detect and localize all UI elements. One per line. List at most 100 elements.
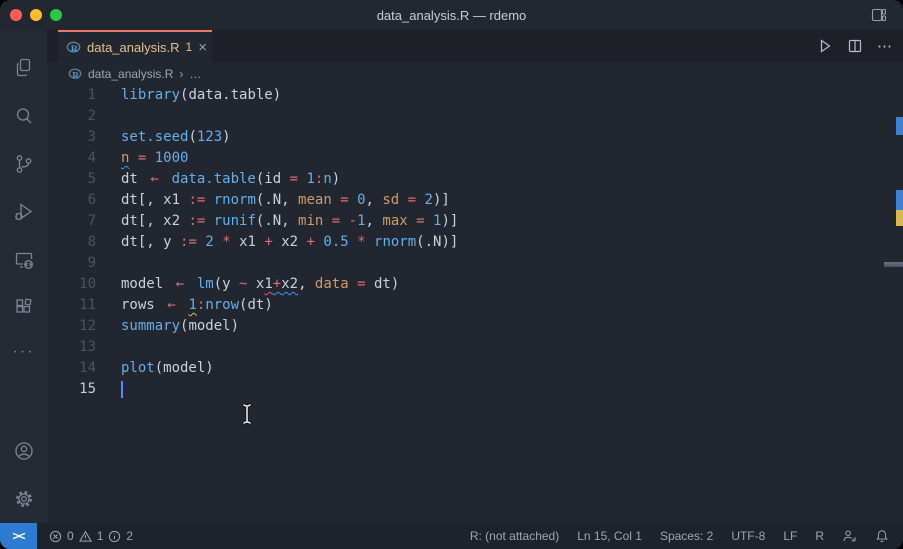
code-line[interactable]: 4 n = 1000 [47,148,903,169]
problems-summary[interactable]: 0 1 2 [49,529,133,543]
feedback-icon[interactable] [842,529,857,543]
code-line[interactable]: 2 [47,106,903,127]
more-views-icon[interactable]: ··· [0,332,47,372]
info-icon [108,530,121,543]
extensions-icon[interactable] [0,284,47,332]
minimize-window-button[interactable] [30,9,42,21]
notifications-bell-icon[interactable] [875,529,889,543]
breadcrumb-separator-icon: › [179,67,183,81]
split-editor-icon[interactable] [847,38,863,54]
run-icon[interactable] [817,38,833,54]
line-number: 13 [47,337,96,358]
more-actions-icon[interactable]: ⋯ [877,37,893,55]
line-number: 14 [47,358,96,379]
status-item-utf-8[interactable]: UTF-8 [731,529,765,543]
overview-marker-warning [896,210,903,226]
traffic-lights [10,9,62,21]
code-text: dt[, x2 := runif(.N, min = -1, max = 1)] [121,211,458,232]
breadcrumb-more[interactable]: … [189,67,201,81]
code-text: dt ← data.table(id = 1:n) [121,169,340,190]
code-line[interactable]: 11 rows ← 1:nrow(dt) [47,295,903,316]
code-text: library(data.table) [121,85,281,106]
status-bar: >< 0 1 2 R: (not attached)Ln 15, [0,523,903,549]
code-line[interactable]: 14 plot(model) [47,358,903,379]
tab-data-analysis[interactable]: R data_analysis.R 1 × [58,30,212,62]
code-text: dt[, x1 := rnorm(.N, mean = 0, sd = 2)] [121,190,450,211]
code-text: n = 1000 [121,148,188,169]
code-line[interactable]: 10 model ← lm(y ~ x1+x2, data = dt) [47,274,903,295]
explorer-icon[interactable] [0,44,47,92]
title-bar: data_analysis.R — rdemo [0,0,903,30]
tab-bar: R data_analysis.R 1 × [47,30,903,62]
text-cursor [121,381,123,398]
error-count: 0 [67,529,74,543]
line-number: 10 [47,274,96,295]
breadcrumb[interactable]: R data_analysis.R › … [47,62,903,85]
line-number: 11 [47,295,96,316]
line-number: 15 [47,379,96,400]
source-control-icon[interactable] [0,140,47,188]
svg-text:R: R [72,70,79,80]
line-number: 8 [47,232,96,253]
code-editor[interactable]: 1 library(data.table)23 set.seed(123) 4 n = … [47,85,903,523]
status-bar-right: R: (not attached) Ln 15, Col 1 Spaces: 2 UT… [470,529,903,543]
editor-lines: 1 library(data.table)23 set.seed(123) 4 n = … [47,85,903,400]
code-line[interactable]: 8 dt[, y := 2 * x1 + x2 + 0.5 * rnorm(.N)… [47,232,903,253]
close-window-button[interactable] [10,9,22,21]
svg-text:R: R [71,44,79,55]
line-number: 3 [47,127,96,148]
r-file-icon: R [68,67,82,81]
code-text: set.seed(123) [121,127,231,148]
line-number: 6 [47,190,96,211]
code-line[interactable]: 5 dt ← data.table(id = 1:n) [47,169,903,190]
code-line[interactable]: 12 summary(model) [47,316,903,337]
info-count: 2 [126,529,133,543]
code-line[interactable]: 3 set.seed(123) [47,127,903,148]
status-item-lf[interactable]: LF [783,529,797,543]
mouse-ibeam-cursor [240,402,254,426]
warning-icon [79,530,92,543]
remote-indicator[interactable]: >< [0,523,37,549]
overview-marker-info [896,117,903,135]
line-number: 7 [47,211,96,232]
settings-gear-icon[interactable] [0,475,47,523]
tab-problem-badge: 1 [186,40,193,54]
warning-count: 1 [97,529,104,543]
code-line[interactable]: 9 [47,253,903,274]
code-text: dt[, y := 2 * x1 + x2 + 0.5 * rnorm(.N)] [121,232,458,253]
code-text: plot(model) [121,358,214,379]
maximize-window-button[interactable] [50,9,62,21]
code-line[interactable]: 7 dt[, x2 := runif(.N, min = -1, max = 1)… [47,211,903,232]
editor-actions: ⋯ [817,30,893,62]
search-icon[interactable] [0,92,47,140]
status-item-r[interactable]: R [815,529,824,543]
code-text: rows ← 1:nrow(dt) [121,295,273,316]
overview-marker-info [896,190,903,210]
status-item-ln-15-col-1[interactable]: Ln 15, Col 1 [577,529,642,543]
tab-close-icon[interactable]: × [198,40,207,55]
line-number: 1 [47,85,96,106]
code-text: model ← lm(y ~ x1+x2, data = dt) [121,274,399,295]
line-number: 4 [47,148,96,169]
code-line[interactable]: 15 [47,379,903,400]
code-line[interactable]: 1 library(data.table) [47,85,903,106]
tab-label: data_analysis.R [87,40,180,55]
overview-ruler-handle[interactable] [884,262,903,267]
code-line[interactable]: 6 dt[, x1 := rnorm(.N, mean = 0, sd = 2)] [47,190,903,211]
account-icon[interactable] [0,427,47,475]
code-text: summary(model) [121,316,239,337]
breadcrumb-file[interactable]: data_analysis.R [88,67,173,81]
line-number: 9 [47,253,96,274]
code-line[interactable]: 13 [47,337,903,358]
status-item-spaces-2[interactable]: Spaces: 2 [660,529,713,543]
vscode-window: data_analysis.R — rdemo [0,0,903,549]
run-debug-icon[interactable] [0,188,47,236]
customize-layout-icon[interactable] [871,7,887,23]
activity-bar: ··· [0,30,47,523]
line-number: 5 [47,169,96,190]
remote-explorer-icon[interactable] [0,236,47,284]
r-file-icon: R [66,40,81,55]
status-item-r-not-attached[interactable]: R: (not attached) [470,529,559,543]
error-icon [49,530,62,543]
line-number: 12 [47,316,96,337]
